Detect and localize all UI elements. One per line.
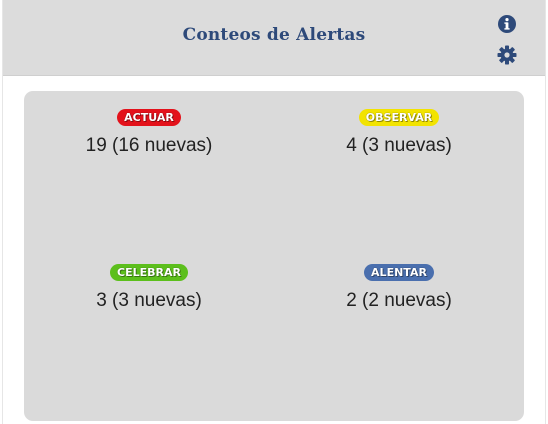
info-icon[interactable] [497,14,517,34]
alert-counts-panel: ACTUAR 19 (16 nuevas) OBSERVAR 4 (3 nuev… [24,91,524,421]
alentar-count: 2 (2 nuevas) [346,290,452,311]
alert-cell-alentar[interactable]: ALENTAR 2 (2 nuevas) [274,263,524,312]
alentar-badge: ALENTAR [364,264,434,281]
actuar-badge: ACTUAR [117,109,181,126]
celebrar-count: 3 (3 nuevas) [96,290,202,311]
widget-header: Conteos de Alertas [3,0,545,76]
actuar-count: 19 (16 nuevas) [85,135,213,156]
alert-cell-celebrar[interactable]: CELEBRAR 3 (3 nuevas) [24,263,274,312]
observar-count: 4 (3 nuevas) [346,135,452,156]
widget-title: Conteos de Alertas [182,24,366,45]
settings-gear-icon[interactable] [497,45,517,65]
alert-counts-widget: Conteos de Alertas ACTUAR 19 (16 nuevas)… [2,0,546,424]
celebrar-badge: CELEBRAR [110,264,188,281]
alert-cell-actuar[interactable]: ACTUAR 19 (16 nuevas) [24,108,274,157]
observar-badge: OBSERVAR [358,109,440,126]
alert-cell-observar[interactable]: OBSERVAR 4 (3 nuevas) [274,108,524,157]
